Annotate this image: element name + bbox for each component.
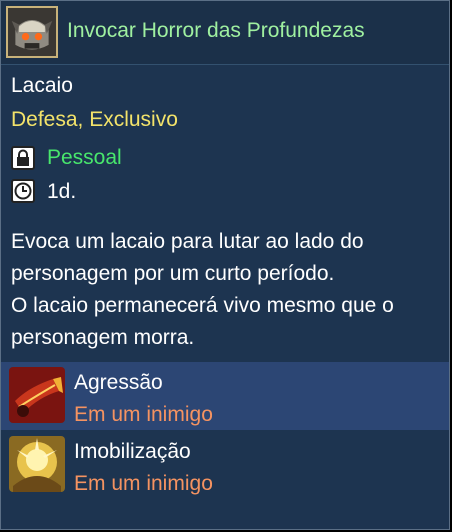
skill-type: Lacaio <box>11 74 73 97</box>
skill-description: Evoca um lacaio para lutar ao lado do pe… <box>11 226 441 354</box>
golden-burst-icon <box>9 436 65 492</box>
effect-target: Em um inimigo <box>74 472 213 495</box>
duration-label: 1d. <box>47 180 77 203</box>
effect-row-aggression[interactable]: Agressão Em um inimigo <box>1 362 449 430</box>
effect-row-immobilization[interactable]: Imobilização Em um inimigo <box>1 431 449 499</box>
description-line: O lacaio permanecerá vivo mesmo que o <box>11 294 394 317</box>
tooltip-header: Invocar Horror das Profundezas <box>1 1 449 65</box>
skill-title: Invocar Horror das Profundezas <box>67 19 365 42</box>
lock-icon <box>11 146 35 170</box>
effect-target: Em um inimigo <box>74 403 213 426</box>
description-line: Evoca um lacaio para lutar ao lado do <box>11 230 364 253</box>
binding-label: Pessoal <box>47 146 122 169</box>
war-horn-icon <box>9 367 65 423</box>
clock-icon <box>11 179 35 203</box>
description-line: personagem morra. <box>11 326 195 349</box>
stone-golem-icon <box>6 6 58 58</box>
effect-name: Agressão <box>74 371 163 394</box>
effect-name: Imobilização <box>74 440 191 463</box>
skill-tags: Defesa, Exclusivo <box>11 108 178 131</box>
skill-tooltip: Invocar Horror das Profundezas Lacaio De… <box>0 0 450 530</box>
description-line: personagem por um curto período. <box>11 262 335 285</box>
